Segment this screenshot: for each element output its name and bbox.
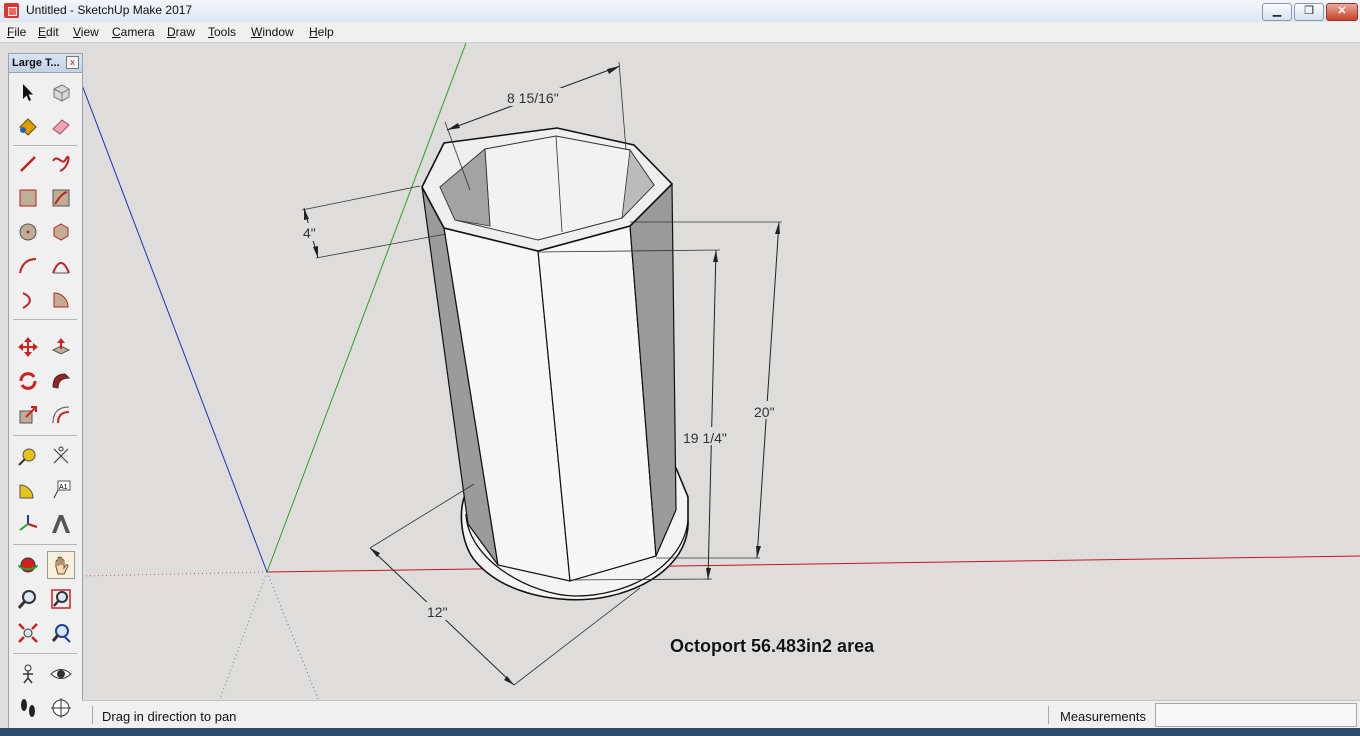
toolbar-separator bbox=[13, 319, 77, 320]
line-icon[interactable] bbox=[14, 150, 42, 178]
pan-icon[interactable] bbox=[47, 551, 75, 579]
status-bar: Drag in direction to pan Measurements bbox=[82, 700, 1360, 729]
os-taskbar bbox=[0, 728, 1360, 736]
menu-draw[interactable]: Draw bbox=[167, 25, 195, 39]
tape-measure-icon[interactable] bbox=[14, 442, 42, 470]
three-point-arc-icon[interactable] bbox=[14, 286, 42, 314]
3d-text-label: Octoport 56.483in2 area bbox=[670, 636, 875, 656]
blue-axis bbox=[82, 84, 268, 573]
follow-me-icon[interactable] bbox=[47, 367, 75, 395]
circle-icon[interactable] bbox=[14, 218, 42, 246]
rotate-icon[interactable] bbox=[14, 367, 42, 395]
maximize-button[interactable]: ❐ bbox=[1294, 3, 1324, 21]
section-plane-icon[interactable] bbox=[47, 694, 75, 722]
rotated-rectangle-icon[interactable] bbox=[47, 184, 75, 212]
minimize-button[interactable]: ▁ bbox=[1262, 3, 1292, 21]
text-icon[interactable]: A1 bbox=[47, 476, 75, 504]
move-icon[interactable] bbox=[14, 333, 42, 361]
green-axis bbox=[266, 43, 467, 573]
select-tool-icon[interactable] bbox=[14, 78, 42, 106]
position-camera-icon[interactable] bbox=[14, 660, 42, 688]
polygon-icon[interactable] bbox=[47, 218, 75, 246]
pie-icon[interactable] bbox=[47, 286, 75, 314]
look-around-icon[interactable] bbox=[47, 660, 75, 688]
dimension-top-width: 8 15/16" bbox=[507, 90, 559, 106]
toolbar-separator bbox=[13, 653, 77, 654]
measurements-label: Measurements bbox=[1060, 709, 1146, 724]
arc-icon[interactable] bbox=[14, 252, 42, 280]
palette-title-bar[interactable]: Large T... x bbox=[9, 54, 82, 73]
menu-tools[interactable]: Tools bbox=[208, 25, 236, 39]
zoom-extents-icon[interactable] bbox=[14, 619, 42, 647]
menu-camera[interactable]: Camera bbox=[112, 25, 155, 39]
window-title: Untitled - SketchUp Make 2017 bbox=[26, 3, 193, 17]
palette-title: Large T... bbox=[12, 57, 60, 69]
eraser-icon[interactable] bbox=[47, 112, 75, 140]
red-axis-negative bbox=[82, 571, 268, 577]
rectangle-icon[interactable] bbox=[14, 184, 42, 212]
orbit-icon[interactable] bbox=[14, 551, 42, 579]
red-axis bbox=[266, 555, 1360, 573]
make-component-icon[interactable] bbox=[47, 78, 75, 106]
freehand-icon[interactable] bbox=[47, 150, 75, 178]
3d-text-icon[interactable] bbox=[47, 510, 75, 538]
dimension-wall: 4" bbox=[303, 225, 316, 241]
menu-view[interactable]: View bbox=[73, 25, 99, 39]
svg-text:A1: A1 bbox=[59, 484, 68, 491]
close-button[interactable]: ✕ bbox=[1326, 3, 1358, 21]
two-point-arc-icon[interactable] bbox=[47, 252, 75, 280]
paint-bucket-icon[interactable] bbox=[14, 112, 42, 140]
green-axis-negative bbox=[219, 571, 268, 699]
palette-close-button[interactable]: x bbox=[66, 56, 79, 69]
menu-help[interactable]: Help bbox=[309, 25, 334, 39]
offset-icon[interactable] bbox=[47, 401, 75, 429]
status-divider bbox=[1048, 706, 1049, 724]
status-divider bbox=[92, 706, 93, 724]
dimension-icon[interactable] bbox=[47, 442, 75, 470]
title-bar: Untitled - SketchUp Make 2017 ▁ ❐ ✕ bbox=[0, 0, 1360, 23]
dimension-outer-height: 20" bbox=[754, 404, 775, 420]
axes-icon[interactable] bbox=[14, 510, 42, 538]
walk-icon[interactable] bbox=[14, 694, 42, 722]
dimension-base: 12" bbox=[427, 604, 448, 620]
sketchup-app-icon bbox=[4, 3, 19, 18]
push-pull-icon[interactable] bbox=[47, 333, 75, 361]
protractor-icon[interactable] bbox=[14, 476, 42, 504]
zoom-window-icon[interactable] bbox=[47, 585, 75, 613]
menu-bar: File Edit View Camera Draw Tools Window … bbox=[0, 22, 1360, 43]
scale-icon[interactable] bbox=[14, 401, 42, 429]
dimension-inner-height: 19 1/4" bbox=[683, 430, 727, 446]
large-tool-set-palette: Large T... x A1 bbox=[8, 53, 83, 730]
measurements-input[interactable] bbox=[1155, 703, 1357, 727]
zoom-icon[interactable] bbox=[14, 585, 42, 613]
toolbar-separator bbox=[13, 435, 77, 436]
blue-axis-negative bbox=[266, 571, 319, 699]
menu-file[interactable]: File bbox=[7, 25, 26, 39]
status-hint: Drag in direction to pan bbox=[102, 709, 237, 724]
previous-view-icon[interactable] bbox=[47, 619, 75, 647]
menu-window[interactable]: Window bbox=[251, 25, 294, 39]
menu-edit[interactable]: Edit bbox=[38, 25, 59, 39]
toolbar-separator bbox=[13, 544, 77, 545]
toolbar-separator bbox=[13, 145, 77, 146]
model-viewport[interactable]: 8 15/16" 4" 12" 19 1/4" 20" Octoport 56.… bbox=[82, 43, 1360, 699]
